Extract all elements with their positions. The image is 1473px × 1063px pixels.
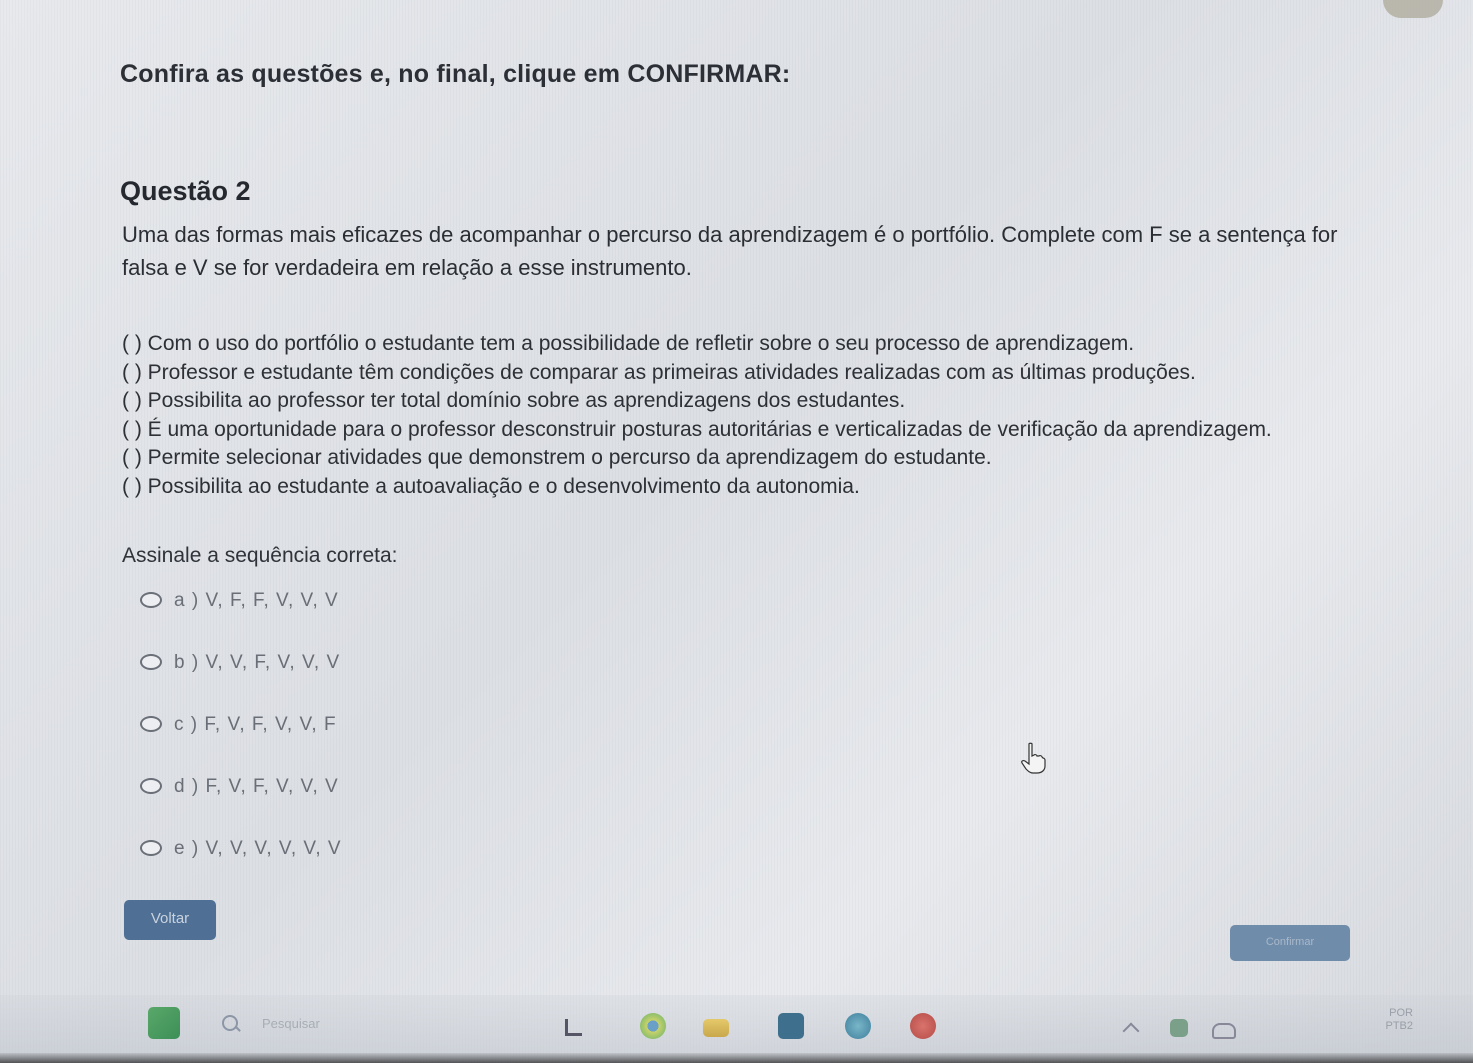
- answer-options: a ) V, F, F, V, V, V b ) V, V, F, V, V, …: [140, 590, 342, 900]
- option-b[interactable]: b ) V, V, F, V, V, V: [140, 652, 342, 714]
- instruction-text: Confira as questões e, no final, clique …: [120, 60, 791, 88]
- prompt-line-1: Uma das formas mais eficazes de acompanh…: [122, 222, 1338, 247]
- radio-button-a[interactable]: [140, 592, 162, 608]
- confirmar-button[interactable]: Confirmar: [1230, 925, 1350, 961]
- option-d-label: d ) F, V, F, V, V, V: [174, 776, 339, 797]
- question-title: Questão 2: [120, 176, 251, 206]
- windows-start-icon[interactable]: [148, 1007, 180, 1039]
- search-icon: [222, 1015, 238, 1031]
- file-explorer-icon[interactable]: [703, 1019, 729, 1037]
- keyboard-layout: PTB2: [1385, 1020, 1413, 1032]
- radio-button-e[interactable]: [140, 840, 162, 856]
- app-icon-red[interactable]: [910, 1013, 936, 1039]
- statement-item: ( ) Possibilita ao estudante a autoavali…: [122, 474, 860, 498]
- question-prompt: Uma das formas mais eficazes de acompanh…: [122, 218, 1452, 284]
- statement-item: ( ) Com o uso do portfólio o estudante t…: [122, 332, 1135, 355]
- chrome-icon[interactable]: [640, 1013, 666, 1039]
- language-code: POR: [1389, 1007, 1413, 1019]
- taskbar: Pesquisar POR PTB2: [0, 995, 1473, 1063]
- language-indicator[interactable]: POR PTB2: [1385, 1007, 1413, 1033]
- option-b-label: b ) V, V, F, V, V, V: [174, 652, 341, 673]
- radio-button-c[interactable]: [140, 716, 162, 732]
- taskbar-search[interactable]: Pesquisar: [218, 1009, 418, 1043]
- radio-button-b[interactable]: [140, 654, 162, 670]
- statement-item: ( ) Permite selecionar atividades que de…: [122, 446, 992, 469]
- option-e[interactable]: e ) V, V, V, V, V, V: [140, 838, 342, 900]
- statement-item: ( ) Possibilita ao professor ter total d…: [122, 389, 906, 412]
- store-icon[interactable]: [778, 1013, 804, 1039]
- search-placeholder: Pesquisar: [262, 1016, 320, 1031]
- screen-bezel: [0, 1053, 1473, 1063]
- cloud-icon[interactable]: [1212, 1023, 1236, 1039]
- hand-pointer-icon: [1021, 742, 1046, 774]
- option-c-label: c ) F, V, F, V, V, F: [174, 714, 337, 735]
- option-c[interactable]: c ) F, V, F, V, V, F: [140, 714, 342, 776]
- radio-button-d[interactable]: [140, 778, 162, 794]
- edge-icon[interactable]: [845, 1013, 871, 1039]
- tray-chevron-icon[interactable]: [1122, 1022, 1140, 1040]
- top-corner-decoration: [1383, 0, 1443, 18]
- option-a[interactable]: a ) V, F, F, V, V, V: [140, 590, 342, 652]
- app-tray-icon[interactable]: [1170, 1019, 1188, 1037]
- voltar-button[interactable]: Voltar: [124, 900, 216, 940]
- task-view-icon[interactable]: [565, 1019, 582, 1036]
- prompt-line-2: falsa e V se for verdadeira em relação a…: [122, 255, 692, 280]
- screen: [0, 0, 1473, 1063]
- option-e-label: e ) V, V, V, V, V, V: [174, 838, 342, 859]
- statement-list: ( ) Com o uso do portfólio o estudante t…: [122, 330, 1452, 501]
- option-d[interactable]: d ) F, V, F, V, V, V: [140, 776, 342, 838]
- statement-item: ( ) Professor e estudante têm condições …: [122, 360, 1196, 384]
- option-a-label: a ) V, F, F, V, V, V: [174, 590, 339, 611]
- answer-instruction: Assinale a sequência correta:: [122, 544, 398, 567]
- statement-item: ( ) É uma oportunidade para o professor …: [122, 417, 1272, 441]
